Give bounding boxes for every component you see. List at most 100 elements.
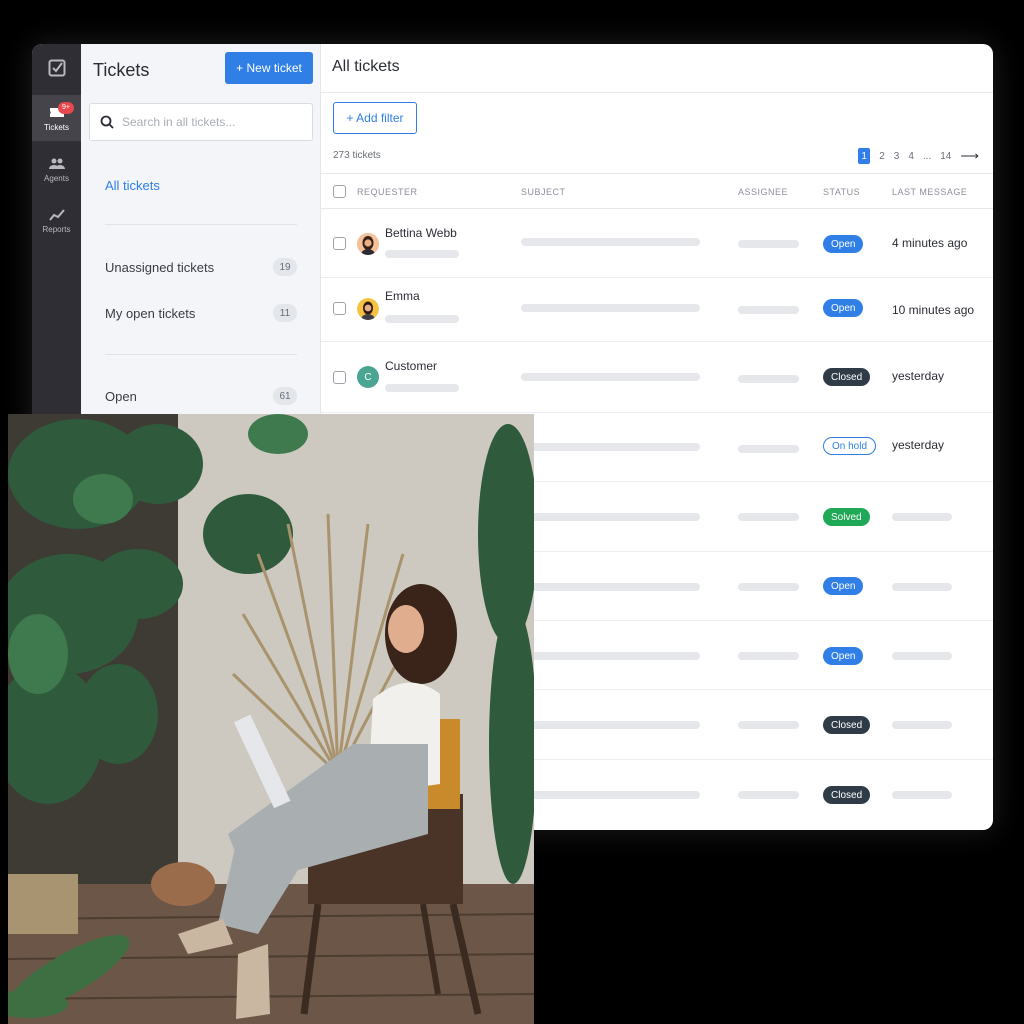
placeholder-bar xyxy=(521,583,700,591)
woman-with-laptop-photo xyxy=(8,414,534,1024)
requester-name: Customer xyxy=(385,359,438,373)
column-header[interactable]: ASSIGNEE xyxy=(738,187,788,197)
table-row[interactable]: Bettina Webb Open 4 minutes ago xyxy=(321,209,993,278)
ticket-count: 273 tickets xyxy=(333,150,381,161)
placeholder-bar xyxy=(738,306,799,314)
rail-item-reports[interactable]: Reports xyxy=(32,198,81,244)
search-box[interactable] xyxy=(89,103,313,141)
view-count: 11 xyxy=(273,304,297,322)
view-label: Unassigned tickets xyxy=(105,259,215,275)
search-input[interactable] xyxy=(122,115,292,129)
row-checkbox[interactable] xyxy=(333,302,346,315)
status-badge: Solved xyxy=(823,508,870,526)
search-icon xyxy=(100,115,114,129)
placeholder-bar xyxy=(738,240,799,248)
column-header[interactable]: REQUESTER xyxy=(357,187,418,197)
placeholder-bar xyxy=(738,513,799,521)
requester-name: Emma xyxy=(385,289,420,303)
divider xyxy=(321,92,993,93)
sidebar-item-unassigned[interactable]: Unassigned tickets 19 xyxy=(105,258,297,276)
reports-icon xyxy=(48,208,65,221)
add-filter-button[interactable]: + Add filter xyxy=(333,102,417,134)
pagination: 1 2 3 4 ... 14 ⟶ xyxy=(858,148,979,164)
placeholder-bar xyxy=(738,583,799,591)
placeholder-bar xyxy=(521,721,700,729)
status-badge: On hold xyxy=(823,437,877,455)
column-header[interactable]: STATUS xyxy=(823,187,860,197)
page-link-last[interactable]: 14 xyxy=(940,151,951,162)
placeholder-bar xyxy=(892,513,952,521)
status-badge: Open xyxy=(823,299,864,317)
view-count: 61 xyxy=(273,387,297,405)
placeholder-bar xyxy=(738,375,799,383)
placeholder-bar xyxy=(385,384,459,392)
sidebar-item-all-tickets[interactable]: All tickets xyxy=(105,178,160,193)
rail-item-agents[interactable]: Agents xyxy=(32,147,81,193)
placeholder-bar xyxy=(521,373,700,381)
view-count: 19 xyxy=(273,258,297,276)
placeholder-bar xyxy=(385,250,459,258)
avatar xyxy=(357,233,379,255)
next-page-arrow-icon[interactable]: ⟶ xyxy=(960,148,979,164)
last-message: 10 minutes ago xyxy=(892,303,975,317)
placeholder-bar xyxy=(738,445,799,453)
divider xyxy=(105,354,297,355)
tickets-badge: 9+ xyxy=(58,102,74,114)
last-message: 4 minutes ago xyxy=(892,236,968,250)
row-checkbox[interactable] xyxy=(333,237,346,250)
agents-icon xyxy=(48,158,65,169)
checkbox-logo-icon xyxy=(48,59,65,77)
rail-label-reports: Reports xyxy=(42,224,71,234)
status-badge: Open xyxy=(823,577,864,595)
placeholder-bar xyxy=(385,315,459,323)
select-all-checkbox[interactable] xyxy=(333,185,346,198)
placeholder-bar xyxy=(521,443,700,451)
placeholder-bar xyxy=(521,652,700,660)
placeholder-bar xyxy=(738,791,799,799)
avatar xyxy=(357,298,379,320)
view-label: Open xyxy=(105,388,137,404)
table-row[interactable]: Emma Open 10 minutes ago xyxy=(321,278,993,342)
column-header[interactable]: LAST MESSAGE xyxy=(892,187,967,197)
table-header: REQUESTER SUBJECT ASSIGNEE STATUS LAST M… xyxy=(321,173,993,209)
row-checkbox[interactable] xyxy=(333,371,346,384)
avatar: C xyxy=(357,366,379,388)
placeholder-bar xyxy=(521,791,700,799)
rail-item-tickets[interactable]: 9+ Tickets xyxy=(32,95,81,141)
page-current[interactable]: 1 xyxy=(858,148,871,164)
last-message: yesterday xyxy=(892,369,945,383)
page-link[interactable]: 3 xyxy=(894,151,900,162)
page-ellipsis: ... xyxy=(922,150,932,162)
sidebar-title: Tickets xyxy=(93,60,150,80)
placeholder-bar xyxy=(892,791,952,799)
new-ticket-button[interactable]: + New ticket xyxy=(225,52,313,84)
status-badge: Open xyxy=(823,235,864,253)
page-title: All tickets xyxy=(332,58,400,75)
sidebar-item-open[interactable]: Open 61 xyxy=(105,387,297,405)
status-badge: Closed xyxy=(823,716,871,734)
placeholder-bar xyxy=(738,652,799,660)
placeholder-bar xyxy=(892,721,952,729)
last-message: yesterday xyxy=(892,438,945,452)
sidebar-item-my-open[interactable]: My open tickets 11 xyxy=(105,304,297,322)
status-badge: Closed xyxy=(823,786,871,804)
page-link[interactable]: 2 xyxy=(879,151,885,162)
requester-name: Bettina Webb xyxy=(385,226,457,240)
marketing-canvas: 9+ Tickets Agents Reports Tickets + New … xyxy=(0,0,1024,1024)
app-logo[interactable] xyxy=(32,44,81,92)
column-header[interactable]: SUBJECT xyxy=(521,187,566,197)
status-badge: Open xyxy=(823,647,864,665)
rail-label-tickets: Tickets xyxy=(43,122,70,132)
status-badge: Closed xyxy=(823,368,871,386)
page-link[interactable]: 4 xyxy=(908,151,914,162)
placeholder-bar xyxy=(521,304,700,312)
placeholder-bar xyxy=(892,583,952,591)
placeholder-bar xyxy=(892,652,952,660)
divider xyxy=(105,224,297,225)
rail-label-agents: Agents xyxy=(44,173,69,183)
placeholder-bar xyxy=(738,721,799,729)
placeholder-bar xyxy=(521,513,700,521)
placeholder-bar xyxy=(521,238,700,246)
table-row[interactable]: C Customer Closed yesterday xyxy=(321,342,993,413)
view-label: My open tickets xyxy=(105,305,196,321)
